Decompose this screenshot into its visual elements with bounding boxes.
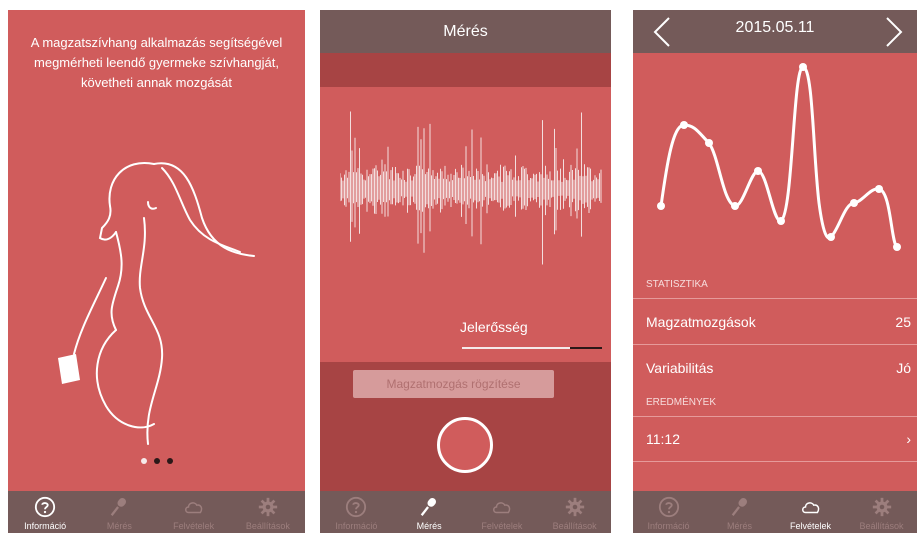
result-item[interactable]: 11:12 › [633,416,917,462]
chevron-right-icon[interactable] [881,16,905,48]
tab-bar: Információ Mérés Felvételek Beállítások [633,491,917,533]
tab-measure[interactable]: Mérés [82,491,156,533]
microphone-icon [731,498,747,516]
measure-screen: Mérés Jelerősség Magzatmozgás rögzítése … [320,10,611,533]
statistics-header: STATISZTIKA [646,279,708,290]
tab-settings[interactable]: Beállítások [538,491,611,533]
curve-point [875,185,883,193]
page-indicator[interactable] [8,458,305,464]
record-button[interactable] [437,417,493,473]
tab-bar: Információ Mérés Felvételek Beállítások [8,491,305,533]
tab-settings-label: Beállítások [245,521,290,531]
signal-strength-bar [462,347,570,349]
result-time: 11:12 [646,431,680,447]
curve-point [657,202,665,210]
tab-recordings-label: Felvételek [481,521,523,531]
tab-info[interactable]: Információ [8,491,82,533]
stat-row-movements: Magzatmozgások 25 [633,298,917,344]
pregnant-woman-illustration [58,162,255,445]
tab-info-label: Információ [24,521,67,531]
page-dot-active[interactable] [140,458,147,464]
measure-navbar: Mérés [320,10,611,53]
tab-measure-label: Mérés [726,521,752,531]
tab-measure-label: Mérés [106,521,132,531]
tab-recordings[interactable]: Felvételek [157,491,231,533]
cloud-icon [801,502,819,514]
waveform [340,111,602,265]
gear-icon [565,497,584,517]
curve-point [754,167,762,175]
cloud-icon [184,502,202,514]
curve-point [799,63,807,71]
gear-icon [872,497,891,517]
heart-rate-curve [657,63,901,251]
chevron-right-icon: › [906,431,911,447]
question-icon [346,496,367,518]
microphone-icon [111,498,127,516]
stat-label: Magzatmozgások [646,313,756,330]
tab-settings-label: Beállítások [552,521,597,531]
tab-info[interactable]: Információ [633,491,704,533]
tab-recordings[interactable]: Felvételek [466,491,539,533]
tab-info-label: Információ [335,521,378,531]
curve-point [893,243,901,251]
date-title: 2015.05.11 [735,19,815,36]
tab-settings[interactable]: Beállítások [846,491,917,533]
stat-value: 25 [895,313,911,330]
tab-recordings-label: Felvételek [173,521,215,531]
record-panel: Magzatmozgás rögzítése [320,362,611,491]
tab-settings-label: Beállítások [859,521,904,531]
signal-strength-bar-remaining [570,347,602,349]
curve-point [680,121,688,129]
gear-icon [258,497,278,517]
cloud-icon [492,502,511,514]
question-icon [35,496,56,518]
tab-recordings[interactable]: Felvételek [775,491,846,533]
intro-text: A magzatszívhang alkalmazás segítségével… [30,35,283,90]
page-title: Mérés [443,22,488,40]
recordings-navbar: 2015.05.11 [633,10,917,53]
statistics-list: STATISZTIKA Magzatmozgások 25 Variabilit… [633,272,917,462]
page-dot[interactable] [153,458,160,464]
stat-row-variability: Variabilitás Jó [633,344,917,390]
status-band [320,53,611,87]
info-screen: A magzatszívhang alkalmazás segítségével… [8,10,305,533]
curve-point [731,202,739,210]
record-movement-button[interactable]: Magzatmozgás rögzítése [353,370,554,398]
tab-info[interactable]: Információ [320,491,393,533]
curve-point [705,139,713,147]
tab-measure[interactable]: Mérés [704,491,775,533]
tab-settings[interactable]: Beállítások [231,491,305,533]
tab-recordings-label: Felvételek [789,521,832,531]
stat-value: Jó [896,359,911,376]
stat-label: Variabilitás [646,359,714,376]
results-header: EREDMÉNYEK [646,397,717,408]
tab-bar: Információ Mérés Felvételek Beállítások [320,491,611,533]
waveform-trace [340,111,602,265]
page-dot[interactable] [166,458,173,464]
signal-strength-label: Jelerősség [460,319,528,335]
tab-measure[interactable]: Mérés [393,491,466,533]
recordings-screen: 2015.05.11 STATISZTIKA Magzatmozgások 25… [633,10,917,533]
tab-info-label: Információ [647,521,690,531]
curve-point [850,199,858,207]
microphone-icon [420,498,437,516]
curve-point [827,233,835,241]
curve-point [777,217,785,225]
question-icon [658,496,679,518]
tab-measure-label: Mérés [416,521,442,531]
